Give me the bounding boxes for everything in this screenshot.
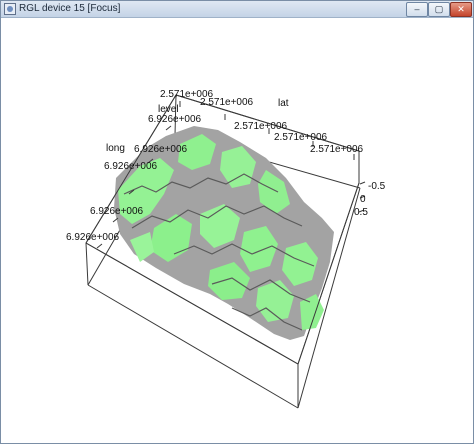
level-tick-label: 0.5 xyxy=(354,207,368,218)
lat-tick-label: 2.571e+006 xyxy=(310,144,364,155)
app-icon xyxy=(4,3,16,15)
minimize-button[interactable]: – xyxy=(406,2,428,17)
level-tick-label: -0.5 xyxy=(368,181,386,192)
terrain-surface xyxy=(114,126,334,340)
lat-tick-label: 2.571e+006 xyxy=(234,121,288,132)
long-tick-label: 6.926e+006 xyxy=(90,206,144,217)
long-tick-label: 6.926e+006 xyxy=(104,161,158,172)
long-tick-label: 6.926e+006 xyxy=(134,144,188,155)
long-tick-label: 6.926e+006 xyxy=(66,232,120,243)
lat-tick-label: 2.571e+006 xyxy=(200,97,254,108)
axis-title-lat: lat xyxy=(278,98,289,109)
surface-plot[interactable]: level lat long 2.571e+006 2.571e+006 2.5… xyxy=(4,18,470,440)
axis-title-long: long xyxy=(106,143,125,154)
level-tick-label: 0 xyxy=(360,194,366,205)
long-tick-label: 6.926e+006 xyxy=(148,114,202,125)
close-button[interactable]: ✕ xyxy=(450,2,472,17)
rgl-window: RGL device 15 [Focus] – ▢ ✕ level lat lo… xyxy=(0,0,474,444)
window-title: RGL device 15 [Focus] xyxy=(19,3,121,14)
lat-tick-label: 2.571e+006 xyxy=(274,132,328,143)
title-bar[interactable]: RGL device 15 [Focus] – ▢ ✕ xyxy=(1,1,473,18)
maximize-button[interactable]: ▢ xyxy=(428,2,450,17)
rgl-3d-viewport[interactable]: level lat long 2.571e+006 2.571e+006 2.5… xyxy=(4,18,470,440)
